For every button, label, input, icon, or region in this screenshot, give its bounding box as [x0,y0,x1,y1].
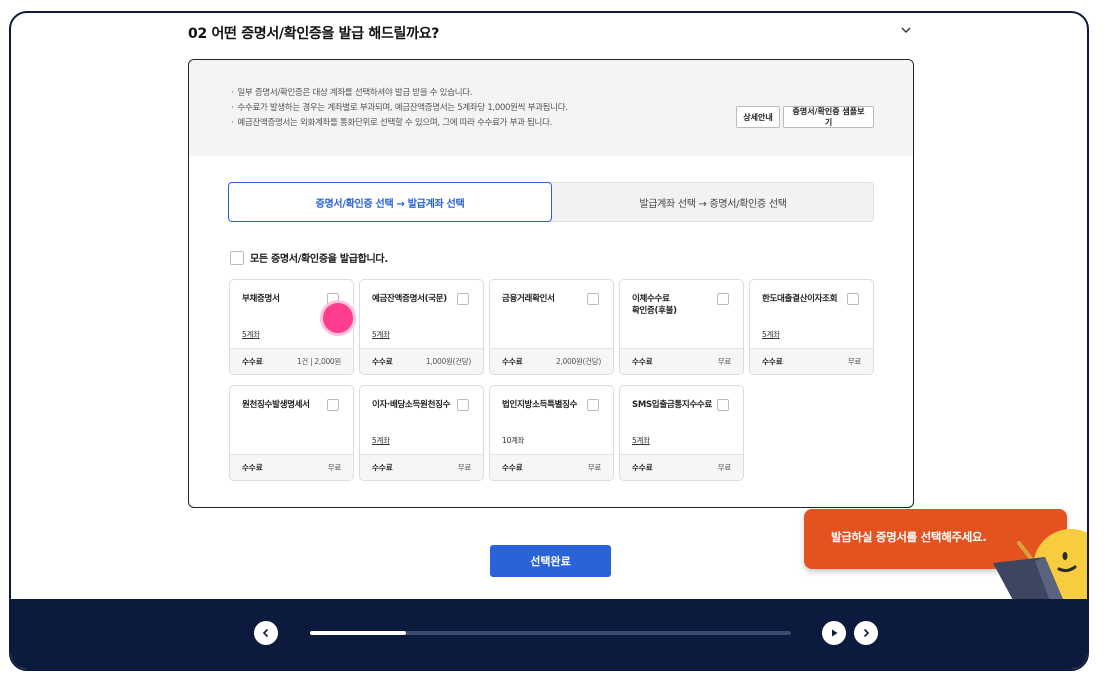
fee-label: 수수료 [242,463,263,472]
certificate-card[interactable]: 원천징수발생명세서 수수료 무료 [229,385,354,481]
certificate-card[interactable]: SMS입출금통지수수료 5계좌 수수료 무료 [619,385,744,481]
detail-info-button[interactable]: 상세안내 [736,106,780,128]
fee-value: 무료 [717,357,732,366]
fee-label: 수수료 [372,357,393,366]
fee-label: 수수료 [372,463,393,472]
mascot-illustration [993,529,1087,604]
certificate-name: 부채증명서 [242,294,280,304]
progress-fill [310,631,407,635]
certificate-card[interactable]: 법인지방소득특별징수 10계좌 수수료 무료 [489,385,614,481]
click-indicator [320,300,356,336]
tutorial-frame: 02 어떤 증명서/확인증을 발급 해드릴까요? 일부 증명서/확인증은 대상 … [9,11,1089,671]
fee-value: 무료 [847,357,862,366]
fee-label: 수수료 [632,357,653,366]
fee-label: 수수료 [242,357,263,366]
fee-row: 수수료 무료 [490,454,613,480]
fee-row: 수수료 무료 [620,348,743,374]
certificate-name: 원천징수발생명세서 [242,400,310,410]
select-all-row[interactable]: 모든 증명서/확인증을 발급합니다. [230,250,388,265]
certificate-checkbox[interactable] [457,399,469,411]
select-all-checkbox[interactable] [230,250,244,265]
certificate-card[interactable]: 한도대출결산이자조회 5계좌 수수료 무료 [749,279,874,375]
fee-label: 수수료 [502,357,523,366]
fee-value: 무료 [717,463,732,472]
fee-value: 2,000원(건당) [555,357,601,366]
notice-line: 수수료가 발생하는 경우는 계좌별로 부과되며, 예금잔액증명서는 5계좌당 1… [231,101,568,116]
fee-value: 무료 [327,463,342,472]
chevron-right-icon [863,628,870,638]
chevron-left-icon [262,628,269,638]
account-count-link[interactable]: 5계좌 [632,435,650,446]
account-count-link[interactable]: 5계좌 [372,435,390,446]
fee-value: 1,000원(건당) [425,357,471,366]
next-button[interactable] [854,621,878,645]
sample-view-button[interactable]: 증명서/확인증 샘플보기 [783,106,874,128]
fee-value: 1건 | 2,000원 [296,357,341,366]
fee-row: 수수료 1,000원(건당) [360,348,483,374]
certificate-name: 이체수수료 확인증(후불) [632,294,677,316]
certificate-checkbox[interactable] [327,399,339,411]
certificate-card[interactable]: 금융거래확인서 수수료 2,000원(건당) [489,279,614,375]
certificate-card[interactable]: 이체수수료 확인증(후불) 수수료 무료 [619,279,744,375]
fee-value: 무료 [457,463,472,472]
section-title: 02 어떤 증명서/확인증을 발급 해드릴까요? [188,26,440,42]
complete-selection-button[interactable]: 선택완료 [490,545,611,577]
account-count-link[interactable]: 5계좌 [372,329,390,340]
certificate-card[interactable]: 예금잔액증명서(국문) 5계좌 수수료 1,000원(건당) [359,279,484,375]
fee-row: 수수료 무료 [230,454,353,480]
fee-row: 수수료 무료 [620,454,743,480]
notice-line: 예금잔액증명서는 외화계좌를 통화단위로 선택할 수 있으며, 그에 따라 수수… [231,116,568,131]
notice-line: 일부 증명서/확인증은 대상 계좌를 선택하셔야 발급 받을 수 있습니다. [231,86,568,101]
tab-account-first[interactable]: 발급계좌 선택 → 증명서/확인증 선택 [552,183,874,221]
prev-button[interactable] [254,621,278,645]
certificate-card[interactable]: 이자·배당소득원천징수 5계좌 수수료 무료 [359,385,484,481]
fee-row: 수수료 1건 | 2,000원 [230,348,353,374]
fee-label: 수수료 [502,463,523,472]
fee-label: 수수료 [762,357,783,366]
account-count: 10계좌 [502,436,525,445]
certificate-name: 한도대출결산이자조회 [762,294,838,304]
account-count-link[interactable]: 5계좌 [242,329,260,340]
certificate-checkbox[interactable] [717,293,729,305]
fee-row: 수수료 무료 [360,454,483,480]
progress-track[interactable] [310,631,791,635]
account-count-link[interactable]: 5계좌 [762,329,780,340]
certificate-checkbox[interactable] [717,399,729,411]
certificate-checkbox[interactable] [587,293,599,305]
certificate-name: 금융거래확인서 [502,294,555,304]
fee-row: 수수료 2,000원(건당) [490,348,613,374]
notice-list: 일부 증명서/확인증은 대상 계좌를 선택하셔야 발급 받을 수 있습니다. 수… [231,86,568,131]
certificate-checkbox[interactable] [457,293,469,305]
certificate-panel: 일부 증명서/확인증은 대상 계좌를 선택하셔야 발급 받을 수 있습니다. 수… [188,59,914,508]
certificate-name: 이자·배당소득원천징수 [372,400,451,410]
select-all-label: 모든 증명서/확인증을 발급합니다. [250,254,388,265]
fee-value: 무료 [587,463,602,472]
selection-mode-tabs: 증명서/확인증 선택 → 발급계좌 선택 발급계좌 선택 → 증명서/확인증 선… [228,182,874,222]
certificate-name: 예금잔액증명서(국문) [372,294,447,304]
chevron-down-icon[interactable] [899,23,913,37]
play-button[interactable] [822,621,846,645]
tab-certificate-first[interactable]: 증명서/확인증 선택 → 발급계좌 선택 [228,182,552,222]
play-icon [832,629,838,637]
fee-row: 수수료 무료 [750,348,873,374]
certificate-checkbox[interactable] [847,293,859,305]
certificate-checkbox[interactable] [587,399,599,411]
player-controls [11,599,1087,669]
certificate-name: 법인지방소득특별징수 [502,400,578,410]
guide-toast-text: 발급하실 증명서를 선택해주세요. [831,530,987,544]
fee-label: 수수료 [632,463,653,472]
notice-box: 일부 증명서/확인증은 대상 계좌를 선택하셔야 발급 받을 수 있습니다. 수… [189,60,913,156]
certificate-name: SMS입출금통지수수료 [632,400,712,410]
